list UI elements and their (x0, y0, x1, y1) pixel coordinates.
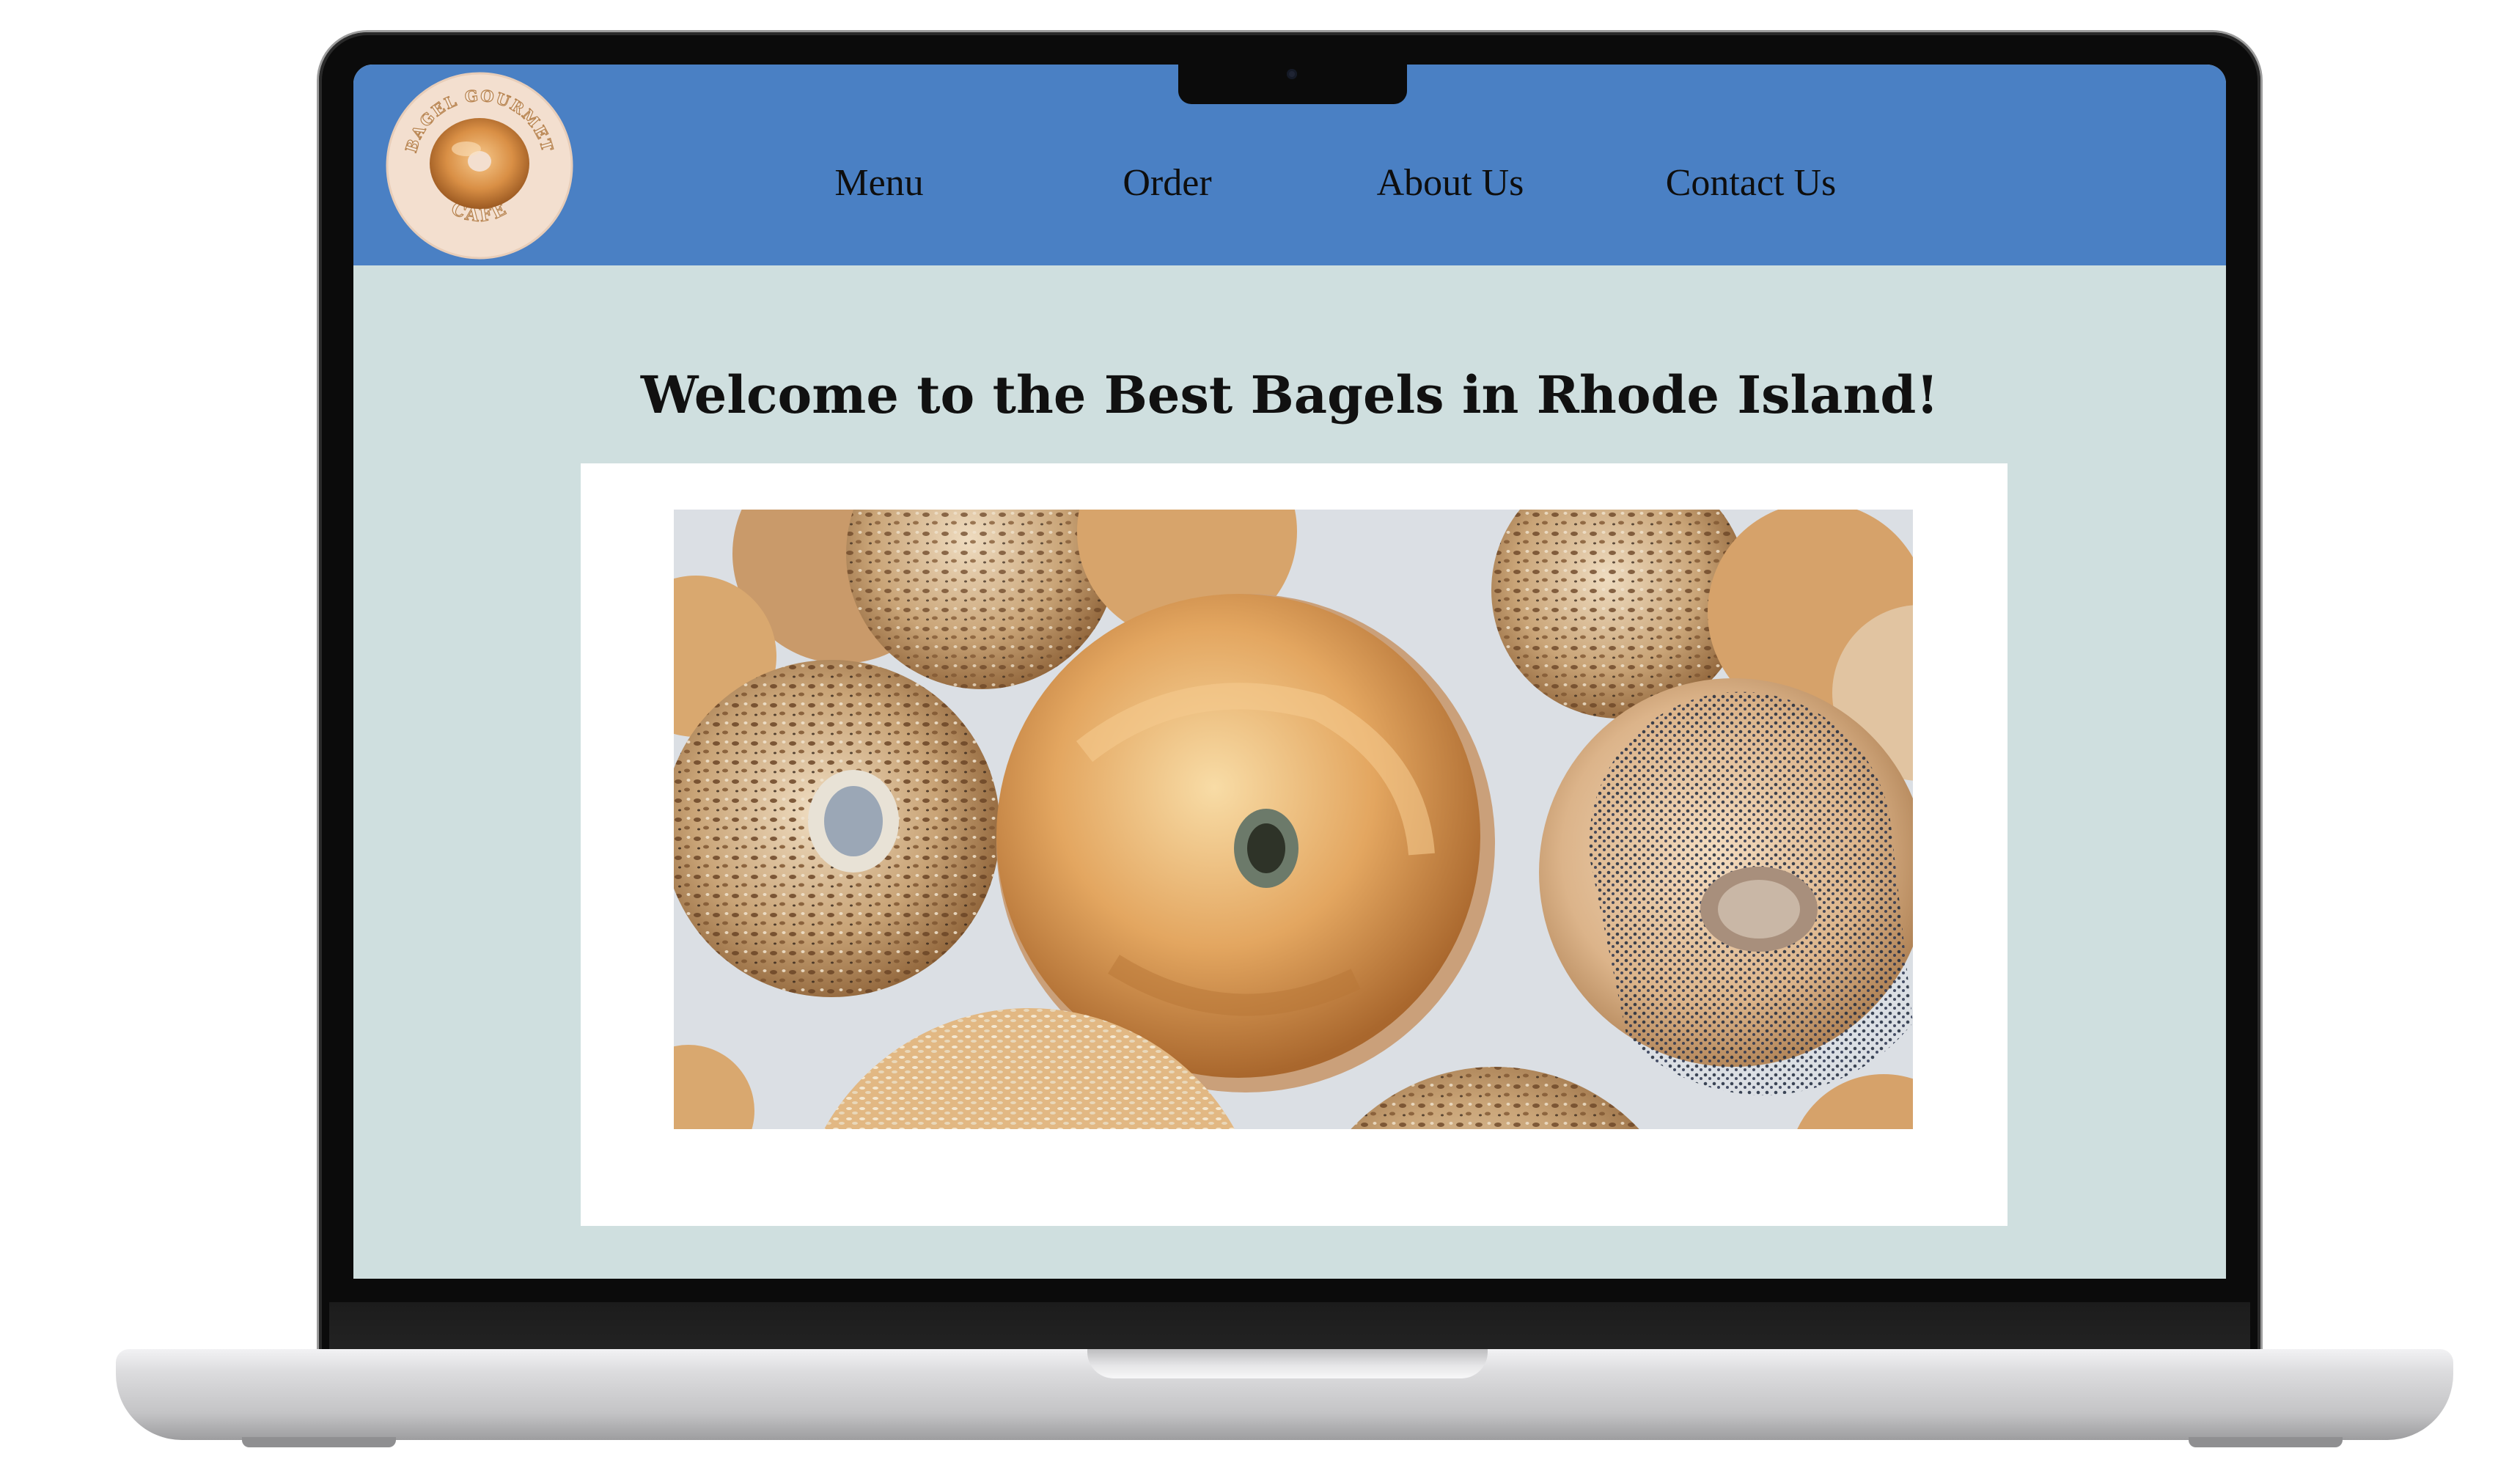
hero-image (674, 510, 1913, 1129)
bagel-logo-icon: BAGEL GOURMET CAFE (386, 72, 573, 260)
laptop-opening-notch (1087, 1349, 1488, 1378)
laptop-screen: BAGEL GOURMET CAFE Menu Order About Us C… (353, 65, 2226, 1279)
nav-order[interactable]: Order (1123, 161, 1211, 205)
page-headline: Welcome to the Best Bagels in Rhode Isla… (640, 364, 1939, 425)
nav-about-us[interactable]: About Us (1377, 161, 1524, 205)
nav-contact-us[interactable]: Contact Us (1666, 161, 1837, 205)
hero-image-frame (581, 463, 2007, 1226)
laptop-foot-right (2189, 1437, 2343, 1447)
nav-menu[interactable]: Menu (834, 161, 923, 205)
laptop-foot-left (242, 1437, 396, 1447)
bagels-photo (674, 510, 1913, 1129)
camera-notch (1178, 65, 1407, 104)
site-logo[interactable]: BAGEL GOURMET CAFE (386, 72, 573, 260)
camera-icon (1287, 69, 1297, 79)
laptop-chin (329, 1302, 2250, 1352)
